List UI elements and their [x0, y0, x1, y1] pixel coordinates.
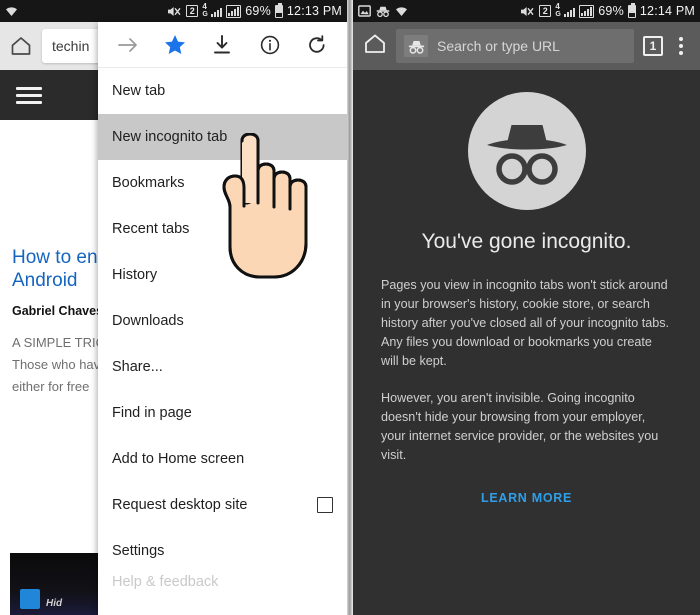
learn-more-link[interactable]: LEARN MORE	[381, 491, 672, 505]
incognito-avatar-icon	[467, 92, 586, 210]
battery-icon	[627, 2, 636, 18]
4g-icon: 4G	[555, 2, 561, 19]
tab-switcher-button[interactable]: 1	[643, 36, 663, 56]
menu-item-label: New tab	[112, 83, 166, 99]
left-status-bar: 2 4G 69% 12:13 PM	[0, 0, 347, 22]
menu-item-share[interactable]: Share...	[98, 344, 347, 390]
hamburger-icon[interactable]	[16, 83, 42, 108]
bookmark-star-icon[interactable]	[160, 30, 190, 60]
banner-text: Hid	[46, 598, 63, 609]
incognito-avatar	[381, 92, 672, 210]
menu-item-label: Recent tabs	[112, 221, 190, 237]
mute-icon	[520, 5, 535, 18]
right-phone-panel: 2 4G 69% 12:14 PM Search or type URL 1 Y…	[353, 0, 700, 615]
download-icon[interactable]	[207, 30, 237, 60]
sim-icon: 2	[186, 5, 199, 17]
menu-item-label: Downloads	[112, 313, 184, 329]
left-phone-panel: 2 4G 69% 12:13 PM techin How to en Andro…	[0, 0, 347, 615]
menu-item-label: Add to Home screen	[112, 451, 245, 467]
overflow-menu: New tab New incognito tab Bookmarks Rece…	[98, 22, 347, 615]
menu-item-label: Bookmarks	[112, 175, 185, 191]
incognito-title: You've gone incognito.	[421, 230, 632, 253]
menu-item-add-to-home-screen[interactable]: Add to Home screen	[98, 436, 347, 482]
menu-item-new-tab[interactable]: New tab	[98, 68, 347, 114]
incognito-icon	[404, 35, 428, 57]
menu-item-help-and-feedback[interactable]: Help & feedback	[98, 574, 347, 592]
menu-item-label: Request desktop site	[112, 497, 248, 513]
url-bar[interactable]: Search or type URL	[396, 29, 634, 63]
pointing-hand-icon	[208, 132, 320, 286]
incognito-paragraph-1: Pages you view in incognito tabs won't s…	[381, 278, 670, 368]
right-status-bar: 2 4G 69% 12:14 PM	[353, 0, 700, 22]
tab-count-label: 1	[649, 39, 657, 53]
incognito-page: You've gone incognito. Pages you view in…	[353, 70, 700, 505]
signal-bars-icon	[211, 6, 223, 17]
banner-tile-icon	[20, 589, 40, 609]
forward-arrow-icon[interactable]	[113, 30, 143, 60]
4g-icon: 4G	[202, 2, 208, 19]
home-icon[interactable]	[8, 33, 34, 59]
url-text: techin	[52, 38, 90, 54]
screenshot-root: 2 4G 69% 12:13 PM techin How to en Andro…	[0, 0, 700, 615]
mute-icon	[167, 5, 182, 18]
menu-item-settings[interactable]: Settings	[98, 528, 347, 574]
request-desktop-site-checkbox[interactable]	[317, 497, 333, 513]
menu-item-downloads[interactable]: Downloads	[98, 298, 347, 344]
menu-item-request-desktop-site[interactable]: Request desktop site	[98, 482, 347, 528]
wifi-icon	[5, 6, 18, 17]
signal-bars-icon	[564, 6, 576, 17]
url-placeholder: Search or type URL	[437, 38, 560, 54]
overflow-menu-toolbar	[98, 22, 347, 68]
signal-boxed-icon	[226, 4, 242, 18]
menu-item-find-in-page[interactable]: Find in page	[98, 390, 347, 436]
signal-boxed-icon	[579, 4, 595, 18]
reload-icon[interactable]	[302, 30, 332, 60]
incognito-icon	[376, 5, 390, 17]
incognito-browser-toolbar: Search or type URL 1	[353, 22, 700, 70]
menu-item-label: Share...	[112, 359, 163, 375]
battery-icon	[274, 2, 283, 18]
sim-icon: 2	[539, 5, 552, 17]
kebab-menu-icon[interactable]	[672, 37, 690, 55]
menu-item-label: Find in page	[112, 405, 192, 421]
clock-time: 12:14 PM	[639, 4, 695, 18]
screenshot-icon	[358, 5, 371, 17]
menu-item-label: History	[112, 267, 158, 283]
incognito-paragraph-2: However, you aren't invisible. Going inc…	[381, 391, 659, 462]
battery-percent: 69%	[598, 4, 624, 18]
home-icon[interactable]	[363, 33, 387, 59]
menu-item-label: Help & feedback	[112, 574, 219, 590]
clock-time: 12:13 PM	[286, 4, 342, 18]
menu-item-label: Settings	[112, 543, 165, 559]
wifi-icon	[395, 6, 408, 17]
page-info-icon[interactable]	[255, 30, 285, 60]
battery-percent: 69%	[245, 4, 271, 18]
